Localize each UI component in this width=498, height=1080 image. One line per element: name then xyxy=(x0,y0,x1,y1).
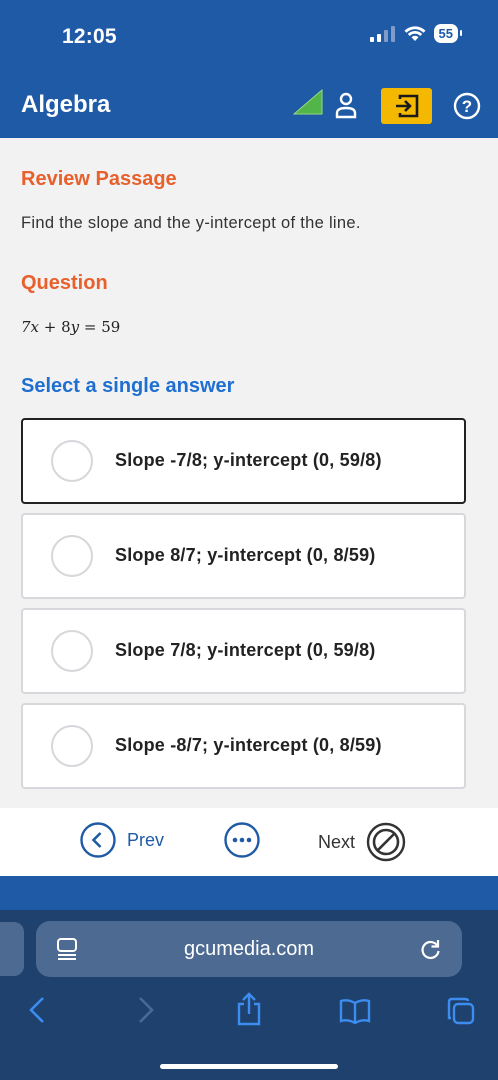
help-icon[interactable]: ? xyxy=(453,92,481,120)
answer-option-1[interactable]: Slope -7/8; y-intercept (0, 59/8) xyxy=(21,418,466,504)
back-icon[interactable] xyxy=(26,995,48,1025)
answer-prompt: Select a single answer xyxy=(21,375,235,397)
svg-text:?: ? xyxy=(462,97,472,116)
status-icons: 55 xyxy=(369,24,463,43)
question-heading: Question xyxy=(21,272,108,294)
review-passage-heading: Review Passage xyxy=(21,168,177,190)
home-indicator xyxy=(160,1064,338,1069)
address-bar[interactable]: gcumedia.com xyxy=(36,921,462,977)
status-time: 12:05 xyxy=(62,25,117,48)
url-text: gcumedia.com xyxy=(183,938,315,960)
answer-option-4[interactable]: Slope -8/7; y-intercept (0, 8/59) xyxy=(21,703,466,789)
reload-icon[interactable] xyxy=(420,938,442,960)
next-button[interactable]: Next xyxy=(318,822,406,862)
exit-icon[interactable] xyxy=(381,88,432,124)
disabled-icon xyxy=(366,822,406,862)
more-dots-icon xyxy=(224,822,260,858)
prev-label: Prev xyxy=(127,829,165,850)
answer-option-3[interactable]: Slope 7/8; y-intercept (0, 59/8) xyxy=(21,608,466,694)
answer-option-label: Slope -8/7; y-intercept (0, 8/59) xyxy=(115,735,382,755)
radio-button[interactable] xyxy=(51,725,93,767)
share-icon[interactable] xyxy=(236,992,262,1026)
next-label: Next xyxy=(318,831,356,852)
footer-strip xyxy=(0,876,498,910)
user-icon[interactable] xyxy=(332,90,360,120)
passage-text: Find the slope and the y-intercept of th… xyxy=(21,214,361,232)
answer-option-label: Slope 7/8; y-intercept (0, 59/8) xyxy=(115,640,376,660)
tabs-icon[interactable] xyxy=(446,996,476,1026)
browser-toolbar: gcumedia.com xyxy=(0,910,498,1080)
question-equation: 7x + 8y = 59 xyxy=(21,318,121,336)
previous-tab[interactable] xyxy=(0,922,24,976)
forward-icon[interactable] xyxy=(135,995,157,1025)
bookmarks-icon[interactable] xyxy=(339,998,371,1024)
answer-option-label: Slope -7/8; y-intercept (0, 59/8) xyxy=(115,450,382,470)
wifi-icon xyxy=(404,25,426,41)
answer-option-label: Slope 8/7; y-intercept (0, 8/59) xyxy=(115,545,376,565)
signal-triangle-icon xyxy=(293,88,323,116)
answer-option-2[interactable]: Slope 8/7; y-intercept (0, 8/59) xyxy=(21,513,466,599)
question-navigation: Prev Next xyxy=(0,808,498,876)
battery-indicator: 55 xyxy=(433,24,463,43)
cellular-signal-icon xyxy=(369,25,395,42)
radio-button[interactable] xyxy=(51,630,93,672)
app-header: 12:05 55 Algebra ? xyxy=(0,0,498,138)
radio-button[interactable] xyxy=(51,535,93,577)
prev-button[interactable]: Prev xyxy=(80,822,164,858)
app-title: Algebra xyxy=(21,91,111,118)
radio-button[interactable] xyxy=(51,440,93,482)
more-options-button[interactable] xyxy=(223,822,261,863)
chevron-left-circle-icon xyxy=(80,822,116,858)
